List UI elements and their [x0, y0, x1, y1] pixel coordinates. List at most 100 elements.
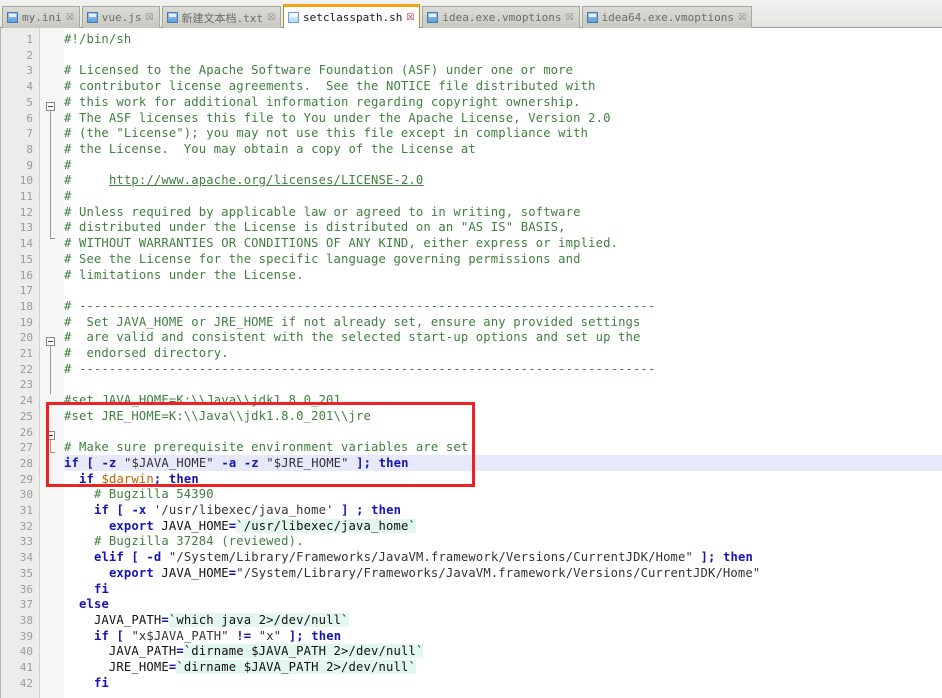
line-number: 7: [26, 127, 33, 141]
code-line[interactable]: # contributor license agreements. See th…: [64, 79, 596, 95]
code-line[interactable]: # Bugzilla 37284 (reviewed).: [64, 534, 304, 550]
code-line[interactable]: # (the "License"); you may not use this …: [64, 126, 588, 142]
tab-vue-js[interactable]: vue.js ☒: [81, 6, 160, 28]
file-icon: [427, 12, 439, 23]
code-line[interactable]: # distributed under the License is distr…: [64, 220, 566, 236]
line-number: 11: [19, 190, 33, 203]
line-number: 20: [19, 331, 33, 345]
code-line[interactable]: # Make sure prerequisite environment var…: [64, 440, 468, 456]
code-line[interactable]: # See the License for the specific langu…: [64, 252, 581, 268]
tab--txt[interactable]: 新建文本档.txt ☒: [161, 6, 281, 28]
line-number: 39: [19, 629, 33, 643]
line-number: 22: [19, 362, 33, 376]
code-line[interactable]: fi: [64, 676, 109, 692]
line-number: 10: [19, 174, 33, 188]
code-line[interactable]: export JAVA_HOME=`/usr/libexec/java_home…: [64, 518, 416, 535]
code-line[interactable]: [64, 377, 72, 393]
code-line[interactable]: # Bugzilla 54390: [64, 487, 214, 503]
line-number: 29: [19, 472, 33, 486]
code-line[interactable]: elif [ -d "/System/Library/Frameworks/Ja…: [64, 550, 753, 566]
tab-my-ini[interactable]: my.ini ☒: [2, 6, 80, 28]
tab-close-icon[interactable]: ☒: [65, 13, 75, 23]
line-number: 21: [19, 347, 33, 360]
line-number: 37: [19, 598, 33, 612]
line-number: 25: [19, 409, 33, 423]
tab-close-icon[interactable]: ☒: [145, 13, 155, 23]
file-icon: [288, 12, 299, 23]
code-line[interactable]: # the License. You may obtain a copy of …: [64, 142, 476, 158]
line-number: 18: [19, 299, 33, 313]
line-number: 28: [19, 456, 33, 470]
code-line[interactable]: else: [64, 597, 109, 613]
code-line[interactable]: # --------------------------------------…: [64, 299, 656, 315]
code-line[interactable]: # WITHOUT WARRANTIES OR CONDITIONS OF AN…: [64, 236, 618, 252]
tab-close-icon[interactable]: ☒: [405, 13, 415, 23]
tab-idea64-exe-vmoptions[interactable]: idea64.exe.vmoptions ☒: [581, 6, 753, 28]
line-number: 4: [26, 80, 33, 94]
code-line[interactable]: # limitations under the License.: [64, 268, 304, 284]
code-line[interactable]: #set JRE_HOME=K:\\Java\\jdk1.8.0_201\\jr…: [64, 409, 371, 425]
tab-setclasspath-sh[interactable]: setclasspath.sh ☒: [283, 4, 421, 28]
line-number-gutter: 1 2 3 4 5 6 7 8 9 10 11 12 13 14 15 16 17 18 19 20 21 22 23 24 2…: [1, 28, 40, 698]
line-number: 32: [19, 519, 33, 533]
code-fold-column[interactable]: [40, 28, 64, 698]
line-number: 15: [19, 252, 33, 266]
fold-range-end-line-25: [50, 452, 55, 453]
code-line[interactable]: # The ASF licenses this file to You unde…: [64, 111, 611, 127]
code-line[interactable]: [64, 48, 72, 64]
line-number: 23: [19, 378, 33, 392]
tab-idea-exe-vmoptions[interactable]: idea.exe.vmoptions ☒: [422, 6, 580, 28]
tab-label: vue.js: [101, 11, 142, 24]
code-line[interactable]: #!/bin/sh: [64, 32, 131, 48]
line-number: 19: [19, 315, 33, 329]
code-line[interactable]: # Unless required by applicable law or a…: [64, 205, 581, 221]
code-line[interactable]: if [ -x '/usr/libexec/java_home' ] ; the…: [64, 503, 401, 519]
code-line[interactable]: fi: [64, 582, 109, 598]
code-line[interactable]: #: [64, 189, 72, 205]
code-line[interactable]: JRE_HOME=`dirname $JAVA_PATH 2>/dev/null…: [64, 660, 416, 676]
code-editor[interactable]: 1 2 3 4 5 6 7 8 9 10 11 12 13 14 15 16 17 18 19 20 21 22 23 24 2…: [0, 28, 942, 698]
code-line[interactable]: # http://www.apache.org/licenses/LICENSE…: [64, 173, 423, 189]
line-number: 35: [19, 566, 33, 580]
code-line[interactable]: #: [64, 158, 72, 174]
code-line[interactable]: export JAVA_HOME="/System/Library/Framew…: [64, 566, 760, 582]
line-number: 30: [19, 488, 33, 502]
code-line[interactable]: # Licensed to the Apache Software Founda…: [64, 63, 573, 79]
line-number: 13: [19, 221, 33, 235]
fold-toggle-line-18[interactable]: [46, 337, 55, 346]
line-number: 24: [19, 394, 33, 408]
line-number: 41: [19, 661, 33, 674]
code-line[interactable]: # are valid and consistent with the sele…: [64, 330, 641, 346]
code-line[interactable]: if [ "x$JAVA_PATH" != "x" ]; then: [64, 629, 341, 645]
line-number: 14: [19, 237, 33, 251]
code-line[interactable]: if $darwin; then: [64, 472, 199, 488]
line-number: 42: [19, 676, 33, 690]
tab-close-icon[interactable]: ☒: [737, 13, 747, 23]
fold-toggle-line-3[interactable]: [46, 102, 55, 111]
code-text-area[interactable]: #!/bin/sh # Licensed to the Apache Softw…: [64, 28, 942, 698]
line-number: 36: [19, 582, 33, 596]
fold-range-end-line-16: [50, 238, 55, 239]
code-line[interactable]: # this work for additional information r…: [64, 95, 581, 111]
code-line[interactable]: JAVA_PATH=`which java 2>/dev/null`: [64, 612, 349, 629]
line-number: 12: [19, 205, 33, 219]
line-number: 2: [26, 48, 33, 62]
tab-label: my.ini: [22, 11, 62, 24]
code-line[interactable]: # endorsed directory.: [64, 346, 229, 362]
line-number: 26: [19, 425, 33, 439]
code-line[interactable]: [64, 283, 72, 299]
file-icon: [7, 12, 18, 23]
code-line[interactable]: JAVA_PATH=`dirname $JAVA_PATH 2>/dev/nul…: [64, 644, 424, 660]
tab-label: 新建文本档.txt: [181, 11, 264, 25]
code-line[interactable]: [64, 425, 72, 441]
fold-toggle-line-24[interactable]: [46, 431, 55, 440]
file-icon: [586, 12, 598, 23]
fold-range-line-24-25: [50, 440, 51, 452]
line-number: 8: [26, 142, 33, 156]
code-line[interactable]: # --------------------------------------…: [64, 362, 656, 378]
code-line[interactable]: if [ -z "$JAVA_HOME" -a -z "$JRE_HOME" ]…: [64, 456, 409, 472]
code-line[interactable]: #set JAVA_HOME=K:\\Java\\jdk1.8.0_201: [64, 393, 341, 409]
code-line[interactable]: # Set JAVA_HOME or JRE_HOME if not alrea…: [64, 315, 641, 331]
tab-close-icon[interactable]: ☒: [565, 13, 575, 23]
tab-close-icon[interactable]: ☒: [266, 13, 276, 23]
